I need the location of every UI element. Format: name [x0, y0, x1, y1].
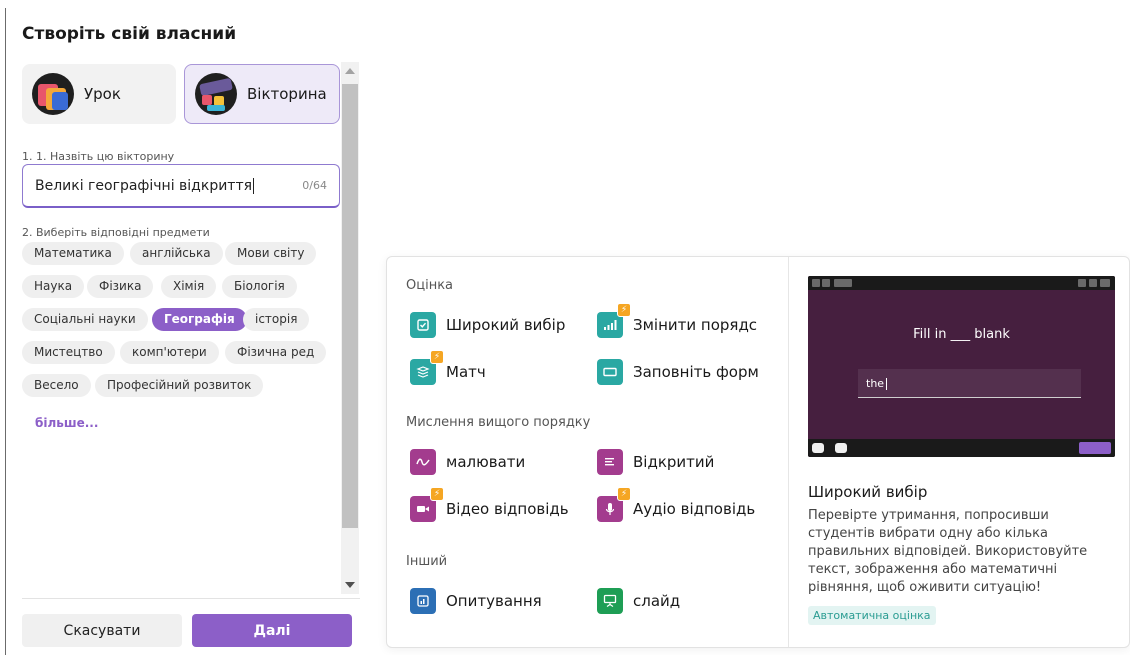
subject-chip[interactable]: Фізична ред — [225, 341, 327, 364]
subject-chip[interactable]: Фізика — [87, 275, 154, 298]
qtype-audio-response[interactable]: ⚡ Аудіо відповідь — [597, 487, 765, 524]
section-title-other: Інший — [406, 554, 448, 569]
match-icon: ⚡ — [410, 350, 444, 385]
lightning-icon: ⚡ — [430, 350, 444, 364]
qtype-slide[interactable]: слайд — [597, 586, 765, 616]
preview-submit-button — [1079, 442, 1111, 454]
preview-answer-field: the — [858, 369, 1081, 398]
name-field-label: 1. 1. Назвіть цю вікторину — [22, 150, 175, 163]
qtype-label: Заповніть форм — [633, 363, 759, 381]
qtype-open-ended[interactable]: Відкритий — [597, 447, 765, 477]
subject-chip-selected[interactable]: Географія — [152, 308, 247, 331]
char-counter: 0/64 — [302, 179, 327, 192]
preview-prompt: Fill in ___ blank — [913, 327, 1010, 342]
scroll-down-arrow-icon[interactable] — [345, 582, 355, 588]
subject-chip[interactable]: комп'ютери — [120, 341, 219, 364]
subject-chip[interactable]: Математика — [22, 242, 124, 265]
qtype-draw[interactable]: малювати — [410, 447, 590, 477]
next-button[interactable]: Далі — [192, 614, 352, 647]
quiz-icon — [195, 73, 237, 115]
qtype-label: Матч — [446, 363, 486, 381]
type-card-quiz[interactable]: Вікторина — [184, 64, 340, 124]
qtype-label: Відкритий — [633, 453, 715, 471]
preview-description: Перевірте утримання, попросивши студенті… — [808, 508, 1088, 595]
qtype-label: Аудіо відповідь — [633, 500, 756, 518]
scrollbar-thumb[interactable] — [342, 84, 358, 528]
subject-chip[interactable]: Хімія — [161, 275, 217, 298]
section-title-higher-order: Мислення вищого порядку — [406, 415, 591, 430]
checkbox-icon — [410, 312, 436, 338]
qtype-label: Змінити порядс — [633, 316, 758, 334]
subject-chip[interactable]: Соціальні науки — [22, 308, 148, 331]
quiz-name-value: Великі географічні відкриття — [35, 177, 253, 194]
lightning-icon: ⚡ — [430, 487, 444, 501]
footer-divider — [22, 598, 360, 599]
preview-topbar — [808, 276, 1115, 290]
lightning-icon: ⚡ — [617, 487, 631, 501]
blank-field-icon — [597, 359, 623, 385]
text-caret — [253, 177, 255, 194]
draw-icon — [410, 449, 436, 475]
question-preview-image: Fill in ___ blank the — [808, 276, 1115, 457]
subject-chip[interactable]: історія — [243, 308, 310, 331]
text-caret — [886, 378, 888, 390]
cancel-button[interactable]: Скасувати — [22, 614, 182, 647]
question-type-popover: Оцінка Широкий вибір ⚡ Змінити порядс ⚡ — [386, 256, 1130, 648]
lesson-icon — [32, 73, 74, 115]
type-card-label: Урок — [84, 85, 121, 103]
modal-scrollbar[interactable] — [341, 62, 359, 594]
qtype-label: малювати — [446, 453, 526, 471]
lightning-icon: ⚡ — [617, 303, 631, 317]
quiz-name-input[interactable]: Великі географічні відкриття 0/64 — [22, 164, 340, 208]
subjects-label: 2. Виберіть відповідні предмети — [22, 226, 210, 239]
qtype-reorder[interactable]: ⚡ Змінити порядс — [597, 303, 765, 340]
qtype-label: слайд — [633, 592, 681, 610]
video-icon: ⚡ — [410, 487, 444, 522]
preview-title: Широкий вибір — [808, 483, 928, 501]
presentation-icon — [597, 588, 623, 614]
qtype-multiple-choice[interactable]: Широкий вибір — [410, 310, 590, 340]
section-title-assessment: Оцінка — [406, 278, 454, 293]
qtype-poll[interactable]: Опитування — [410, 586, 590, 616]
auto-grading-badge: Автоматична оцінка — [808, 606, 936, 625]
scroll-up-arrow-icon[interactable] — [345, 68, 355, 74]
subject-chip[interactable]: Наука — [22, 275, 85, 298]
question-type-list: Оцінка Широкий вибір ⚡ Змінити порядс ⚡ — [387, 257, 787, 647]
window-edge — [5, 8, 6, 655]
subject-chip[interactable]: англійська — [130, 242, 223, 265]
more-subjects-link[interactable]: більше... — [35, 416, 98, 430]
qtype-label: Відео відповідь — [446, 500, 569, 518]
page: Створіть свій власний Урок Вікторина 1. … — [0, 0, 1130, 655]
qtype-label: Широкий вибір — [446, 316, 566, 334]
modal-title: Створіть свій власний — [22, 24, 237, 44]
poll-icon — [410, 588, 436, 614]
subject-chip[interactable]: Весело — [22, 374, 91, 397]
qtype-label: Опитування — [446, 592, 542, 610]
type-card-lesson[interactable]: Урок — [22, 64, 176, 124]
microphone-icon: ⚡ — [597, 487, 631, 522]
subject-chip[interactable]: Мистецтво — [22, 341, 115, 364]
text-lines-icon — [597, 449, 623, 475]
preview-answer: the — [866, 377, 885, 390]
type-card-label: Вікторина — [247, 85, 327, 103]
subject-chip[interactable]: Мови світу — [225, 242, 317, 265]
subject-chip[interactable]: Біологія — [222, 275, 297, 298]
bar-chart-icon: ⚡ — [597, 303, 631, 338]
modal-scroll-area: Урок Вікторина 1. 1. Назвіть цю вікторин… — [22, 62, 340, 594]
qtype-fill-blank[interactable]: Заповніть форм — [597, 357, 765, 387]
subject-chip[interactable]: Професійний розвиток — [95, 374, 264, 397]
popover-divider — [788, 257, 789, 647]
qtype-video-response[interactable]: ⚡ Відео відповідь — [410, 487, 590, 524]
qtype-match[interactable]: ⚡ Матч — [410, 350, 590, 387]
preview-bottombar — [808, 439, 1115, 457]
